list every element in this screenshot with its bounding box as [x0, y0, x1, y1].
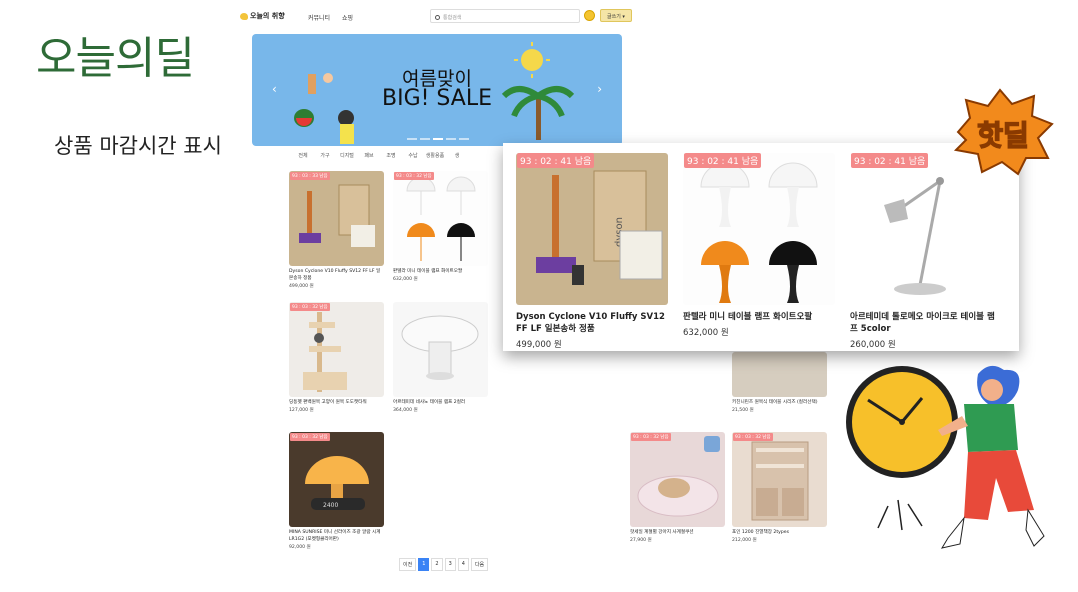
pagination: 이전 1 2 3 4 다음: [399, 558, 489, 571]
deal-timer: 93 : 02 : 41 남음: [517, 153, 595, 168]
clock-person-illustration: [846, 365, 1045, 549]
search-input[interactable]: 통합검색: [430, 9, 580, 23]
pagination-page[interactable]: 1: [418, 558, 430, 571]
product-name: 판텔라 미니 테이블 램프 화이트오팔: [683, 312, 813, 322]
product-name: 판텔라 미니 테이블 램프 화이트오팔: [393, 269, 463, 274]
product-price: 364,000 원: [393, 408, 418, 413]
product-image: 2400 93 : 03 : 32 남음: [289, 432, 384, 527]
category-tab[interactable]: 수납: [402, 152, 424, 164]
product-price: 127,000 원: [289, 408, 314, 413]
product-image: [393, 302, 488, 397]
product-card[interactable]: 93 : 03 : 32 남음 핫세일 계절별 강아지 사계절쿠션 27,900…: [630, 432, 725, 543]
user-avatar-icon[interactable]: [584, 10, 595, 21]
promo-banner[interactable]: ‹ 여름맞이 BIG! SALE ›: [252, 34, 622, 146]
pagination-page[interactable]: 3: [444, 558, 456, 571]
zoom-product-card[interactable]: 93 : 02 : 41 남음 판텔라 미니 테이블 램프 화이트오팔 632,…: [683, 153, 835, 338]
deal-timer: 93 : 03 : 32 남음: [733, 433, 773, 441]
deal-timer: 93 : 03 : 33 남음: [290, 172, 330, 180]
category-tab[interactable]: 생활용품: [424, 152, 446, 164]
product-name: 핫세일 계절별 강아지 사계절쿠션: [630, 530, 694, 535]
product-price: 260,000 원: [850, 340, 896, 350]
banner-subheadline: BIG! SALE: [381, 86, 493, 111]
category-tab[interactable]: 가구: [314, 152, 336, 164]
product-card[interactable]: 93 : 03 : 32 남음 판텔라 미니 테이블 램프 화이트오팔 632,…: [393, 171, 488, 282]
product-image: 93 : 03 : 32 남음: [732, 432, 827, 527]
product-name: 아르테미데 톨로메오 마이크로 테이블 램프 5color: [850, 312, 995, 334]
category-tab[interactable]: 패브: [358, 152, 380, 164]
nav-shopping[interactable]: 쇼핑: [342, 13, 353, 22]
svg-text:2400: 2400: [323, 502, 338, 509]
deal-timer: 93 : 02 : 41 남음: [851, 153, 929, 168]
product-price: 632,000 원: [393, 277, 418, 282]
deal-timer: 93 : 02 : 41 남음: [684, 153, 762, 168]
logo-text: 오늘의 취향: [250, 12, 285, 20]
hot-deal-text: 핫딜: [977, 119, 1029, 152]
product-name: 아르테미데 네사노 테이블 램프 2컬러: [393, 400, 466, 405]
banner-dots[interactable]: [407, 138, 469, 140]
pagination-page[interactable]: 4: [457, 558, 469, 571]
pagination-page[interactable]: 2: [431, 558, 443, 571]
write-button-label: 글쓰기: [607, 14, 621, 20]
product-card[interactable]: 93 : 03 : 33 남음 Dyson Cyclone V10 Fluffy…: [289, 171, 384, 289]
product-name: Dyson Cyclone V10 Fluffy SV12 FF LF 일본송하…: [516, 312, 665, 334]
product-image: 93 : 03 : 32 남음: [289, 302, 384, 397]
zoom-product-card[interactable]: dyson 93 : 02 : 41 남음 Dyson Cyclone V10 …: [516, 153, 668, 350]
category-tab[interactable]: 전체: [292, 152, 314, 164]
product-price: 499,000 원: [516, 340, 562, 350]
product-name: Dyson Cyclone V10 Fluffy SV12 FF LF 일본송하…: [289, 269, 381, 281]
product-card[interactable]: 93 : 03 : 32 남음 딩동펫 편백원목 고양이 원목 도도캣타워 12…: [289, 302, 384, 413]
deal-timer: 93 : 03 : 32 남음: [290, 433, 330, 441]
write-button[interactable]: 글쓰기 ▾: [600, 9, 632, 22]
product-card[interactable]: 2400 93 : 03 : 32 남음 MINA SUNRISE 미니 선라이…: [289, 432, 384, 550]
category-tab[interactable]: 생: [446, 152, 468, 164]
pagination-prev[interactable]: 이전: [399, 558, 417, 571]
product-name: 딩동펫 편백원목 고양이 원목 도도캣타워: [289, 400, 367, 405]
search-icon: [435, 15, 440, 20]
top-navigation-bar: 오늘의 취향 커뮤니티 쇼핑 통합검색 글쓰기 ▾: [234, 0, 634, 32]
site-logo[interactable]: 오늘의 취향: [240, 11, 285, 21]
product-image: 93 : 03 : 32 남음: [630, 432, 725, 527]
category-tab[interactable]: 디지털: [336, 152, 358, 164]
product-name: 키친니린즈 원목식 테이블 시리즈 (컬러선택): [732, 400, 818, 405]
product-price: 21,500 원: [732, 408, 754, 413]
nav-community[interactable]: 커뮤니티: [308, 13, 330, 22]
product-image: dyson 93 : 02 : 41 남음: [516, 153, 668, 305]
search-placeholder: 통합검색: [443, 15, 462, 21]
product-image: 93 : 03 : 32 남음: [393, 171, 488, 266]
zoomed-product-panel: dyson 93 : 02 : 41 남음 Dyson Cyclone V10 …: [503, 143, 1019, 351]
logo-icon: [240, 12, 248, 20]
product-image: 93 : 03 : 33 남음: [289, 171, 384, 266]
product-name: 포인 1200 진열책장 2types: [732, 530, 790, 535]
product-price: 27,900 원: [630, 538, 652, 543]
product-price: 212,000 원: [732, 538, 757, 543]
deal-timer: 93 : 03 : 32 남음: [290, 303, 330, 311]
banner-next-arrow-icon[interactable]: ›: [597, 82, 602, 96]
product-card[interactable]: 아르테미데 네사노 테이블 램프 2컬러 364,000 원: [393, 302, 488, 413]
product-price: 92,000 원: [289, 545, 311, 550]
product-card[interactable]: 93 : 03 : 32 남음 포인 1200 진열책장 2types 212,…: [732, 432, 827, 543]
product-name: MINA SUNRISE 미니 선라이즈 조광 알람 시계 LR1G2 (포켓형…: [289, 530, 381, 542]
product-image: 93 : 02 : 41 남음: [683, 153, 835, 305]
product-price: 499,000 원: [289, 284, 314, 289]
pagination-next[interactable]: 다음: [470, 558, 489, 571]
hot-deal-sticker: 핫딜: [953, 88, 1054, 176]
product-image: [732, 352, 827, 397]
zoom-product-card[interactable]: 93 : 02 : 41 남음 아르테미데 톨로메오 마이크로 테이블 램프 5…: [850, 153, 1002, 350]
slide-title: 오늘의딜: [36, 33, 195, 84]
deal-timer: 93 : 03 : 32 남음: [394, 172, 434, 180]
product-card[interactable]: 키친니린즈 원목식 테이블 시리즈 (컬러선택) 21,500 원: [732, 352, 827, 413]
slide-subtitle: 상품 마감시간 표시: [54, 134, 222, 158]
deal-timer: 93 : 03 : 32 남음: [631, 433, 671, 441]
category-tab[interactable]: 조명: [380, 152, 402, 164]
product-price: 632,000 원: [683, 328, 729, 338]
